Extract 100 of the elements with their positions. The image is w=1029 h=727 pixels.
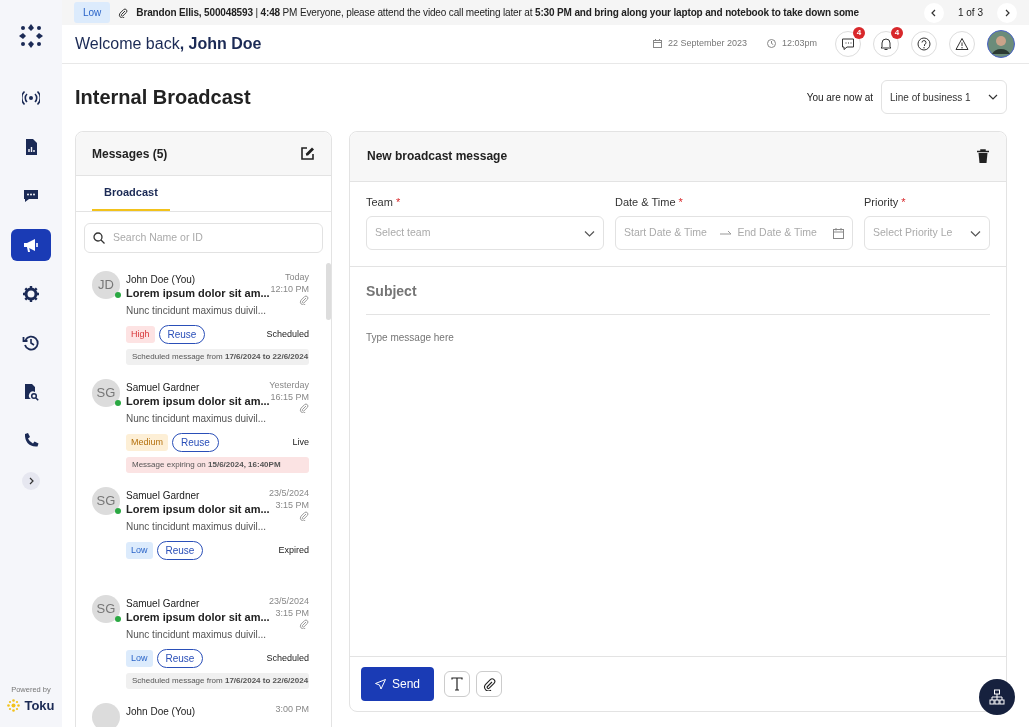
select-field[interactable]: Select Priority Le xyxy=(864,216,990,251)
reuse-button[interactable]: Reuse xyxy=(156,541,204,561)
select-field[interactable]: Select team xyxy=(366,216,604,251)
history-icon xyxy=(22,334,40,352)
message-status: Expired xyxy=(278,543,309,557)
message-date: 23/5/2024 xyxy=(268,595,309,608)
phone-icon xyxy=(22,432,40,450)
date-range-field[interactable]: Start Date & Time End Date & Time xyxy=(615,216,853,251)
calendar-icon xyxy=(833,227,844,239)
priority-tag: Low xyxy=(126,541,153,560)
sender-name: Samuel Gardner xyxy=(126,489,200,503)
arrow-right-icon xyxy=(719,229,732,238)
avatar: SG xyxy=(92,379,120,408)
reuse-button[interactable]: Reuse xyxy=(156,649,204,669)
tab[interactable]: Broadcast xyxy=(92,176,170,211)
edit-icon xyxy=(300,146,315,162)
chevron-right-icon xyxy=(27,477,35,485)
search-icon xyxy=(93,231,105,244)
end-date-input[interactable]: End Date & Time xyxy=(737,225,827,242)
location-dropdown[interactable]: Line of business 1 xyxy=(881,80,1007,115)
sender-name: Samuel Gardner xyxy=(126,381,200,395)
alert-button[interactable] xyxy=(949,30,975,57)
megaphone-icon xyxy=(22,236,40,254)
count-badge: 4 xyxy=(853,26,865,39)
message-time: 12:10 PM xyxy=(270,283,309,296)
avatar: SG xyxy=(92,487,120,516)
start-date-input[interactable]: Start Date & Time xyxy=(624,225,714,242)
message-time: 3:00 PM xyxy=(275,703,309,716)
location-label: You are now at xyxy=(806,90,873,105)
field-label: Date & Time * xyxy=(615,194,684,210)
date-text: 22 September 2023 xyxy=(667,37,747,50)
sender-name: John Doe (You) xyxy=(126,273,196,287)
message-subject: Lorem ipsum dolor sit am... xyxy=(126,394,270,410)
format-button[interactable] xyxy=(444,671,471,697)
broadcast-icon xyxy=(22,89,40,107)
avatar-icon[interactable] xyxy=(987,29,1015,58)
field-label: Team * xyxy=(366,194,402,210)
count-badge: 4 xyxy=(891,26,903,39)
field-label: Priority * xyxy=(864,194,907,210)
message-date: Today xyxy=(284,271,309,284)
brand-logo-icon xyxy=(7,698,21,712)
message-date: 23/5/2024 xyxy=(268,487,309,500)
time-text: 12:03pm xyxy=(781,37,817,50)
sender-name: Samuel Gardner xyxy=(126,597,200,611)
schedule-note: Message expiring on 15/6/2024, 16:40PM xyxy=(126,457,309,474)
search-field[interactable]: Search Name or ID xyxy=(84,222,323,254)
pager-text: 1 of 3 xyxy=(957,6,983,20)
scrollbar[interactable] xyxy=(326,263,331,321)
send-button[interactable]: Send xyxy=(361,667,435,701)
network-icon xyxy=(989,689,1005,705)
gear-icon xyxy=(22,285,40,303)
chat-icon xyxy=(841,36,855,51)
reuse-button[interactable]: Reuse xyxy=(158,325,206,345)
panel-title: New broadcast message xyxy=(367,148,508,166)
page-title: Internal Broadcast xyxy=(75,85,251,110)
reuse-button[interactable]: Reuse xyxy=(172,433,219,453)
message-preview: Nunc tincidunt maximus duivil... xyxy=(126,520,267,534)
chat-icon xyxy=(22,187,40,205)
brand-name: Toku xyxy=(24,696,55,715)
paperclip-icon xyxy=(118,7,129,18)
message-subject: Lorem ipsum dolor sit am... xyxy=(126,610,270,626)
message-preview: Nunc tincidunt maximus duivil... xyxy=(126,628,267,642)
message-subject: Lorem ipsum dolor sit am... xyxy=(126,286,270,302)
message-preview: Nunc tincidunt maximus duivil... xyxy=(126,412,267,426)
schedule-note: Scheduled message from 17/6/2024 to 22/6/2024 xyxy=(126,673,309,690)
delete-button[interactable] xyxy=(977,149,989,164)
paperclip-icon xyxy=(482,677,496,691)
compose-button[interactable] xyxy=(300,146,315,162)
trash-icon xyxy=(977,149,989,164)
message-time: 3:15 PM xyxy=(275,607,309,620)
message-time: 3:15 PM xyxy=(275,499,309,512)
clock-icon xyxy=(766,39,776,49)
send-icon xyxy=(375,678,386,690)
sidebar-item[interactable] xyxy=(11,229,51,261)
attach-button[interactable] xyxy=(476,671,503,697)
expand-button[interactable] xyxy=(22,472,40,490)
message-status: Live xyxy=(292,435,309,449)
chevron-left-icon xyxy=(929,8,938,17)
message-time: 16:15 PM xyxy=(270,391,309,404)
sender-name: John Doe (You) xyxy=(126,705,196,719)
search-input[interactable]: Search Name or ID xyxy=(113,230,314,246)
avatar: SG xyxy=(92,595,120,624)
text-format-icon xyxy=(450,677,465,691)
priority-tag: High xyxy=(126,325,155,344)
select-input[interactable]: Select Priority Le xyxy=(873,225,966,242)
document-search-icon xyxy=(22,383,40,401)
priority-tag: Low xyxy=(126,649,153,668)
panel-title: Messages (5) xyxy=(92,145,168,163)
message-preview: Nunc tincidunt maximus duivil... xyxy=(126,304,267,318)
avatar: JD xyxy=(92,271,120,300)
help-icon xyxy=(917,36,931,51)
priority-tag: Medium xyxy=(126,433,168,452)
help-button[interactable] xyxy=(911,30,937,57)
select-input[interactable]: Select team xyxy=(375,225,580,242)
message-subject: Lorem ipsum dolor sit am... xyxy=(126,502,270,518)
bell-icon xyxy=(879,36,893,51)
warning-icon xyxy=(955,36,969,51)
schedule-note: Scheduled message from 17/6/2024 to 22/6/2024 xyxy=(126,349,309,366)
network-button[interactable] xyxy=(979,679,1015,715)
message-status: Scheduled xyxy=(266,327,309,341)
